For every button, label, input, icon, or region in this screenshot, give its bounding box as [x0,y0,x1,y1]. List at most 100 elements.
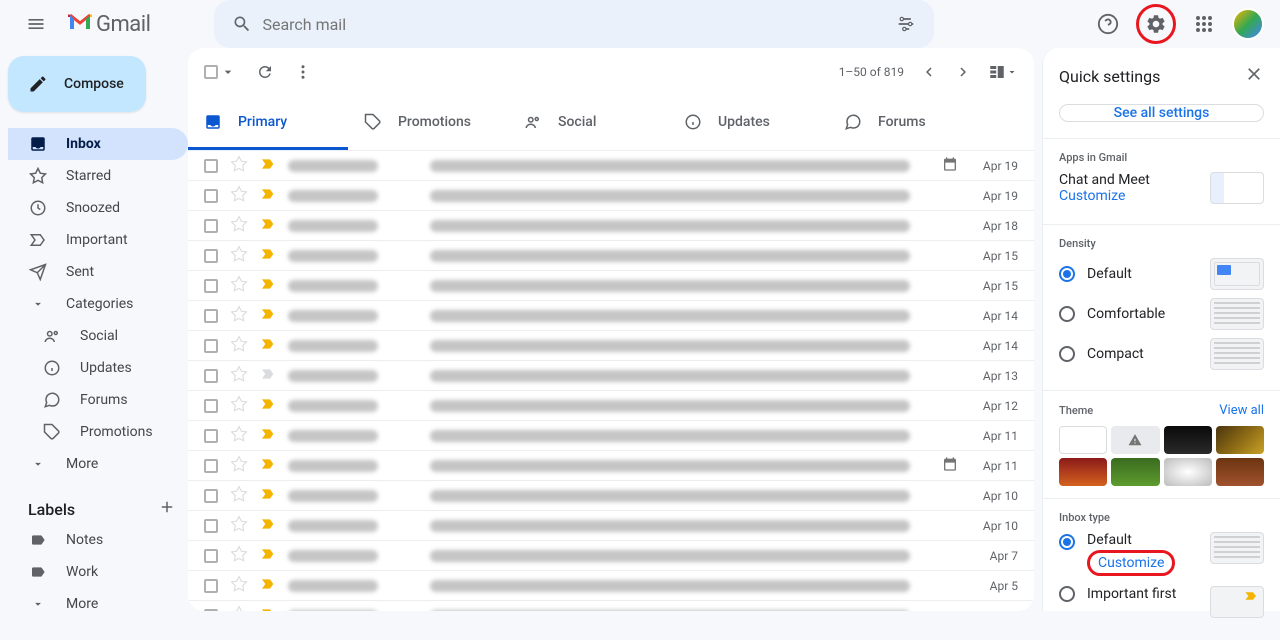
star-button[interactable] [230,425,248,447]
important-marker[interactable] [260,547,276,565]
tab-updates[interactable]: Updates [668,96,828,150]
message-row[interactable]: Apr 10 [188,481,1034,511]
message-checkbox[interactable] [204,219,218,233]
label-work[interactable]: Work [8,556,188,588]
star-button[interactable] [230,455,248,477]
message-checkbox[interactable] [204,369,218,383]
message-checkbox[interactable] [204,429,218,443]
nav-cat-updates[interactable]: Updates [22,352,188,384]
nav-more[interactable]: More [8,448,188,480]
message-row[interactable]: Apr 15 [188,241,1034,271]
important-marker[interactable] [260,427,276,445]
star-button[interactable] [230,575,248,597]
search-bar[interactable] [214,0,934,48]
inbox-customize-link[interactable]: Customize [1087,550,1175,576]
important-marker[interactable] [260,307,276,325]
close-settings-button[interactable] [1244,64,1264,88]
theme-option[interactable] [1059,426,1107,454]
important-marker[interactable] [260,487,276,505]
message-checkbox[interactable] [204,579,218,593]
star-button[interactable] [230,305,248,327]
theme-option[interactable] [1164,426,1212,454]
message-row[interactable]: Apr 5 [188,571,1034,601]
more-button[interactable] [294,63,312,81]
account-avatar[interactable] [1232,8,1264,40]
theme-option[interactable] [1164,458,1212,486]
message-row[interactable]: Apr 15 [188,271,1034,301]
nav-cat-promotions[interactable]: Promotions [22,416,188,448]
nav-sent[interactable]: Sent [8,256,188,288]
theme-option[interactable] [1111,426,1159,454]
gmail-logo[interactable]: Gmail [68,12,150,37]
message-row[interactable]: Apr 19 [188,151,1034,181]
settings-button[interactable] [1136,4,1176,44]
important-marker[interactable] [260,247,276,265]
chat-meet-customize-link[interactable]: Customize [1059,188,1150,204]
star-button[interactable] [230,605,248,612]
density-compact[interactable]: Compact [1059,338,1264,370]
message-row[interactable]: Apr 13 [188,361,1034,391]
prev-page-button[interactable] [920,63,938,81]
important-marker[interactable] [260,607,276,612]
next-page-button[interactable] [954,63,972,81]
important-marker[interactable] [260,277,276,295]
nav-categories[interactable]: Categories [8,288,188,320]
nav-inbox[interactable]: Inbox [8,128,188,160]
nav-important[interactable]: Important [8,224,188,256]
message-row[interactable]: Apr 10 [188,511,1034,541]
important-marker[interactable] [260,457,276,475]
star-button[interactable] [230,365,248,387]
message-checkbox[interactable] [204,339,218,353]
star-button[interactable] [230,335,248,357]
important-marker[interactable] [260,217,276,235]
important-marker[interactable] [260,577,276,595]
search-input[interactable] [262,15,886,34]
message-checkbox[interactable] [204,489,218,503]
message-row[interactable]: Apr 7 [188,541,1034,571]
message-checkbox[interactable] [204,279,218,293]
theme-option[interactable] [1059,458,1107,486]
star-button[interactable] [230,275,248,297]
message-checkbox[interactable] [204,459,218,473]
star-button[interactable] [230,215,248,237]
message-row[interactable]: Apr 12 [188,391,1034,421]
star-button[interactable] [230,245,248,267]
message-checkbox[interactable] [204,309,218,323]
important-marker[interactable] [260,517,276,535]
message-row[interactable]: Apr 11 [188,421,1034,451]
add-label-button[interactable] [158,498,176,520]
nav-cat-social[interactable]: Social [22,320,188,352]
refresh-button[interactable] [256,63,274,81]
important-marker[interactable] [260,337,276,355]
inbox-type-default[interactable]: Default Customize [1059,532,1264,576]
see-all-settings-button[interactable]: See all settings [1059,104,1264,122]
select-all[interactable] [204,64,236,80]
message-row[interactable]: Apr 14 [188,331,1034,361]
theme-option[interactable] [1111,458,1159,486]
tab-promotions[interactable]: Promotions [348,96,508,150]
important-marker[interactable] [260,397,276,415]
label-notes[interactable]: Notes [8,524,188,556]
message-checkbox[interactable] [204,399,218,413]
star-button[interactable] [230,185,248,207]
compose-button[interactable]: Compose [8,56,146,112]
nav-starred[interactable]: Starred [8,160,188,192]
message-checkbox[interactable] [204,189,218,203]
message-checkbox[interactable] [204,549,218,563]
main-menu-button[interactable] [16,4,56,44]
tab-forums[interactable]: Forums [828,96,988,150]
labels-more[interactable]: More [8,588,188,620]
message-row[interactable]: Apr 18 [188,211,1034,241]
split-pane-button[interactable] [988,63,1018,81]
apps-button[interactable] [1184,4,1224,44]
important-marker[interactable] [260,367,276,385]
star-button[interactable] [230,515,248,537]
nav-cat-forums[interactable]: Forums [22,384,188,416]
message-row[interactable]: Apr 19 [188,181,1034,211]
star-button[interactable] [230,485,248,507]
theme-view-all-link[interactable]: View all [1219,403,1264,418]
nav-snoozed[interactable]: Snoozed [8,192,188,224]
star-button[interactable] [230,395,248,417]
theme-option[interactable] [1216,458,1264,486]
message-row[interactable]: Apr 14 [188,301,1034,331]
